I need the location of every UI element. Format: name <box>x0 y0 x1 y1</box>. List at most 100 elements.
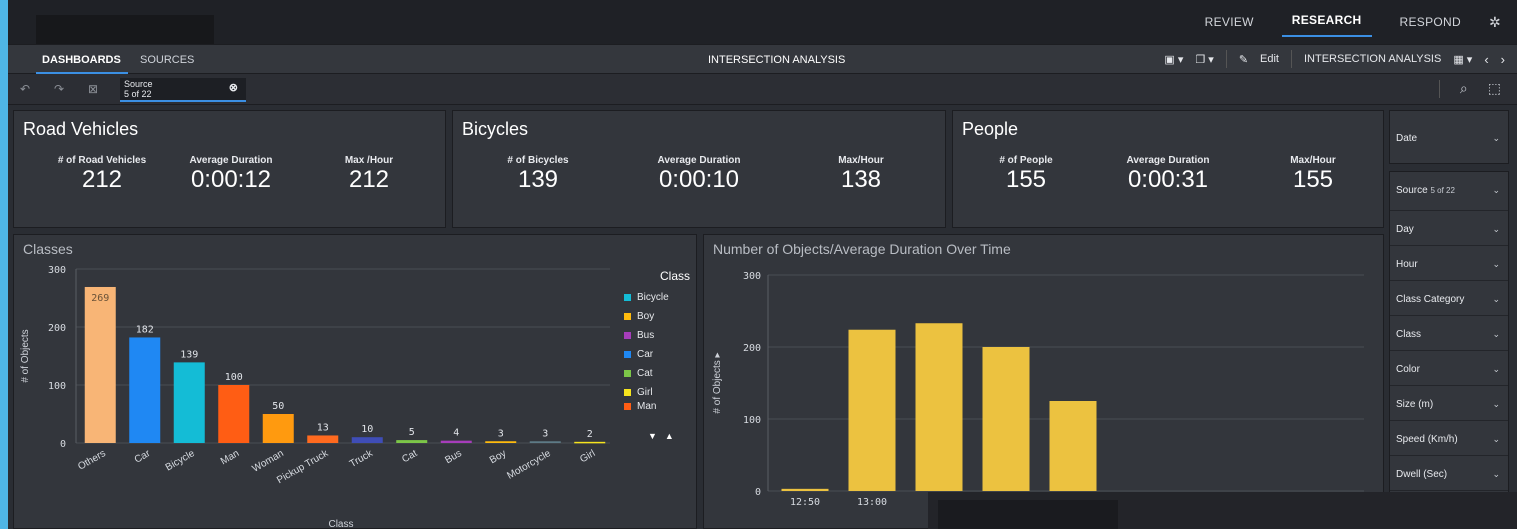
bar <box>1049 401 1097 491</box>
separator <box>1438 80 1440 98</box>
x-tick-label: Others <box>76 448 107 473</box>
filter-speed-km-h[interactable]: Speed (Km/h) ⌄ <box>1390 421 1508 456</box>
overlay-inner-box <box>938 500 1118 529</box>
x-tick-label: Bicycle <box>164 448 197 474</box>
chevron-down-icon: ⌄ <box>1492 185 1500 195</box>
date-filter-panel: Date ⌄ <box>1389 110 1509 164</box>
source-chip-label: Source <box>124 79 153 89</box>
x-tick-label: 13:00 <box>857 497 887 508</box>
stat-label: Max/Hour <box>1290 155 1336 166</box>
chevron-right-icon[interactable]: › <box>1501 52 1505 67</box>
expand-icon[interactable]: ⬚ <box>1488 80 1501 98</box>
source-filter-chip[interactable]: Source 5 of 22 ⊗ <box>120 78 246 102</box>
bar <box>396 440 428 443</box>
bar <box>307 435 339 443</box>
menu-research[interactable]: RESEARCH <box>1281 7 1372 37</box>
stat-value: 139 <box>517 166 559 193</box>
legend-item[interactable]: Bicycle <box>624 288 690 307</box>
search-icon[interactable]: ⌕ <box>1460 80 1468 98</box>
stat-label: Average Duration <box>189 155 273 166</box>
bar <box>262 414 294 443</box>
y-axis-title: # of Objects ▸ <box>712 352 723 413</box>
x-tick-label: Car <box>133 448 153 466</box>
legend-label: Car <box>637 349 654 360</box>
filter-bar-right: ⌕ ⬚ <box>1438 80 1501 98</box>
edit-button[interactable]: Edit <box>1260 53 1279 65</box>
filter-label: Size (m) <box>1396 399 1434 410</box>
classes-bar-chart: 300 200 100 0 # of Objects Class 269 Others 182 C… <box>20 265 610 529</box>
filter-color[interactable]: Color ⌄ <box>1390 351 1508 386</box>
legend-item[interactable]: Boy <box>624 307 690 326</box>
stat-label: # of Bicycles <box>507 155 569 166</box>
tab-dashboards[interactable]: DASHBOARDS <box>42 54 121 66</box>
stat-label: Average Duration <box>1126 155 1210 166</box>
stat-value: 155 <box>1005 166 1047 193</box>
x-tick-label: 12:50 <box>790 497 820 508</box>
filter-bar: ↶ ↷ ⊠ Source 5 of 22 ⊗ ⌕ ⬚ <box>8 74 1517 105</box>
top-menu: REVIEW RESEARCH RESPOND ✲ <box>1205 0 1501 44</box>
filter-hour[interactable]: Hour ⌄ <box>1390 246 1508 281</box>
stat: Max /Hour 212 <box>299 155 439 194</box>
chevron-left-icon[interactable]: ‹ <box>1484 52 1488 67</box>
legend-item[interactable]: Man <box>624 402 690 410</box>
filter-list-panel: Source 5 of 22 ⌄ Day ⌄ Hour ⌄ Class Category ⌄ C… <box>1389 171 1509 529</box>
stat-label: # of People <box>999 155 1053 166</box>
page-title: INTERSECTION ANALYSIS <box>708 54 846 66</box>
tab-sources[interactable]: SOURCES <box>140 54 194 66</box>
chevron-down-icon: ⌄ <box>1492 469 1500 479</box>
legend-item[interactable]: Cat <box>624 364 690 383</box>
secondary-nav: DASHBOARDS SOURCES INTERSECTION ANALYSIS… <box>8 44 1517 74</box>
bar <box>574 441 606 444</box>
data-label: 3 <box>498 428 504 439</box>
dashboard-select[interactable]: INTERSECTION ANALYSIS <box>1304 53 1441 65</box>
present-icon[interactable]: ▣ ▾ <box>1164 53 1183 66</box>
logo-area <box>36 15 214 45</box>
x-tick-label: Motorcycle <box>505 448 553 482</box>
filter-class[interactable]: Class ⌄ <box>1390 316 1508 351</box>
filter-date[interactable]: Date ⌄ <box>1390 111 1508 165</box>
layout-icon[interactable]: ▦ ▾ <box>1453 53 1472 66</box>
legend-scroll-arrows[interactable]: ▼▲ <box>648 431 682 441</box>
bar <box>529 441 561 443</box>
bar <box>781 488 829 491</box>
gear-icon[interactable]: ✲ <box>1489 14 1501 31</box>
legend-item[interactable]: Girl <box>624 383 690 402</box>
menu-respond[interactable]: RESPOND <box>1400 15 1461 29</box>
chevron-down-icon: ⌄ <box>1492 329 1500 339</box>
filter-day[interactable]: Day ⌄ <box>1390 211 1508 246</box>
legend-swatch <box>624 332 631 339</box>
menu-review[interactable]: REVIEW <box>1205 15 1254 29</box>
bar <box>485 441 517 443</box>
clear-filter-icon[interactable]: ⊠ <box>88 82 98 96</box>
bar <box>218 385 250 443</box>
y-axis-title: # of Objects <box>20 329 31 382</box>
kpi-card-people: People # of People 155 Average Duration … <box>952 110 1384 228</box>
close-icon[interactable]: ⊗ <box>229 83 238 94</box>
legend-swatch <box>624 402 631 410</box>
x-tick-label: Pickup Truck <box>275 448 331 487</box>
bookmark-icon[interactable]: ❐ ▾ <box>1195 53 1213 66</box>
filter-source[interactable]: Source 5 of 22 ⌄ <box>1390 172 1508 211</box>
chevron-down-icon: ⌄ <box>1492 364 1500 374</box>
edit-icon[interactable]: ✎ <box>1239 53 1248 66</box>
redo-icon[interactable]: ↷ <box>54 82 64 96</box>
y-tick-label: 200 <box>48 323 66 334</box>
legend-item[interactable]: Bus <box>624 326 690 345</box>
legend-label: Man <box>637 402 657 410</box>
filter-class-category[interactable]: Class Category ⌄ <box>1390 281 1508 316</box>
data-label: 50 <box>272 401 284 412</box>
stat: Max/Hour 138 <box>791 155 931 194</box>
stat-value: 0:00:10 <box>658 166 740 193</box>
filter-size-m[interactable]: Size (m) ⌄ <box>1390 386 1508 421</box>
classes-chart-card: Classes 300 200 100 0 # of Objects Class 269 Ot… <box>13 234 697 529</box>
bar <box>915 323 963 491</box>
legend-label: Boy <box>637 311 655 322</box>
filter-dwell-sec[interactable]: Dwell (Sec) ⌄ <box>1390 456 1508 491</box>
stat: Average Duration 0:00:10 <box>629 155 769 194</box>
legend-item[interactable]: Car <box>624 345 690 364</box>
stat: Average Duration 0:00:31 <box>1098 155 1238 194</box>
legend-swatch <box>624 370 631 377</box>
undo-icon[interactable]: ↶ <box>20 82 30 96</box>
stat-label: Max/Hour <box>838 155 884 166</box>
stat-value: 212 <box>81 166 123 193</box>
